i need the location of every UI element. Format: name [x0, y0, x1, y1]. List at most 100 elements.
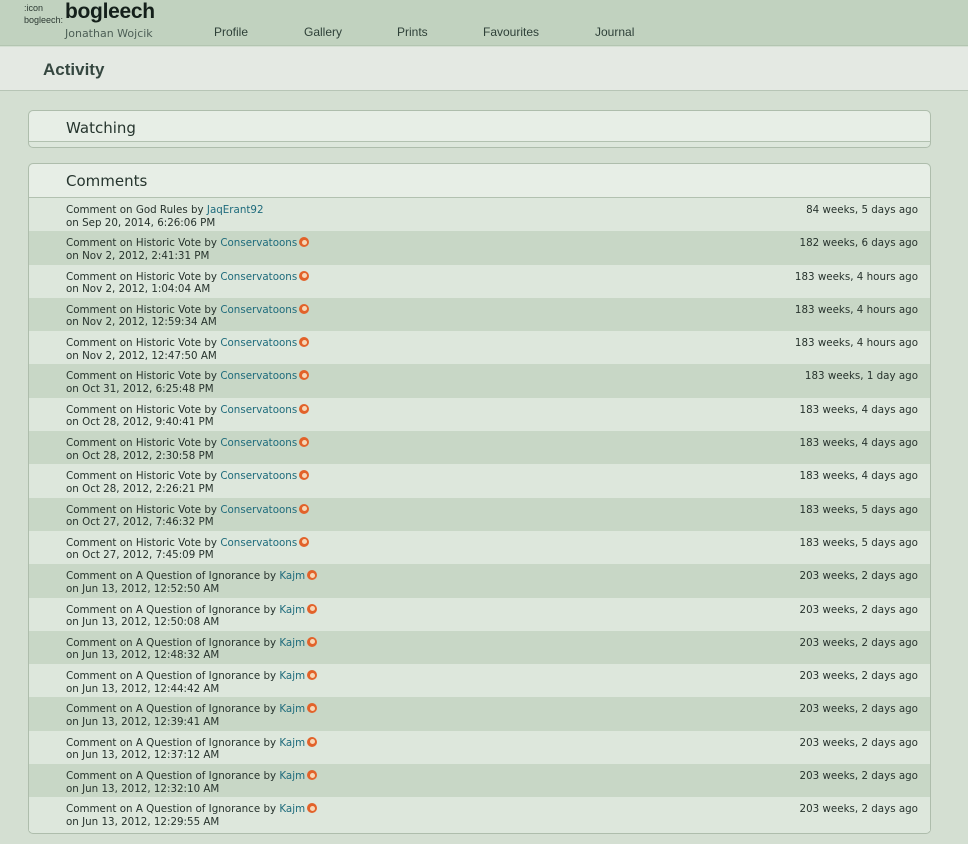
comment-prefix: Comment on [66, 270, 133, 283]
comment-row[interactable]: Comment on A Question of Ignorance by Ka… [29, 564, 930, 598]
nav-gallery[interactable]: Gallery [304, 25, 342, 39]
comment-row[interactable]: Comment on Historic Vote by Conservatoon… [29, 497, 930, 531]
comment-summary: Comment on A Question of Ignorance by Ka… [66, 636, 318, 649]
comment-row[interactable]: Comment on Historic Vote by Conservatoon… [29, 431, 930, 465]
comment-row[interactable]: Comment on A Question of Ignorance by Ka… [29, 797, 930, 831]
deviation-title[interactable]: Historic Vote [136, 370, 201, 382]
comment-prefix: Comment on [66, 337, 133, 350]
deviation-title[interactable]: Historic Vote [136, 437, 201, 449]
by-label: by [263, 736, 277, 749]
comment-datetime: Jun 13, 2012, 12:50:08 AM [82, 616, 220, 629]
comment-row[interactable]: Comment on Historic Vote by Conservatoon… [29, 464, 930, 498]
comment-summary: Comment on Historic Vote by Conservatoon… [66, 337, 310, 350]
deviation-title[interactable]: Historic Vote [136, 537, 201, 549]
comment-prefix: Comment on [66, 470, 133, 483]
comments-header[interactable]: Comments [29, 164, 930, 198]
comment-user-link[interactable]: Conservatoons [220, 370, 297, 382]
comment-user-link[interactable]: Conservatoons [220, 537, 297, 549]
comment-row[interactable]: Comment on Historic Vote by Conservatoon… [29, 530, 930, 565]
by-label: by [204, 303, 218, 316]
comment-datetime: Jun 13, 2012, 12:44:42 AM [82, 682, 220, 695]
comment-user-link[interactable]: Conservatoons [220, 237, 297, 249]
comment-datetime: Sep 20, 2014, 6:26:06 PM [82, 216, 216, 229]
on-label: on [66, 482, 79, 495]
comment-date: on Oct 28, 2012, 2:30:58 PM [66, 450, 214, 462]
comment-row[interactable]: Comment on A Question of Ignorance by Ka… [29, 664, 930, 698]
by-label: by [204, 403, 218, 416]
comment-age: 183 weeks, 4 days ago [799, 470, 918, 483]
comment-date: on Jun 13, 2012, 12:48:32 AM [66, 649, 219, 661]
comment-user-link[interactable]: Conservatoons [220, 470, 297, 482]
badge-icon [307, 636, 318, 647]
comment-user-link[interactable]: Kajm [279, 670, 305, 682]
nav-prints[interactable]: Prints [397, 25, 428, 39]
comment-row[interactable]: Comment on Historic Vote by Conservatoon… [29, 364, 930, 398]
comment-user-link[interactable]: Kajm [279, 803, 305, 815]
deviation-title[interactable]: A Question of Ignorance [136, 670, 260, 682]
comment-user-link[interactable]: Conservatoons [220, 271, 297, 283]
on-label: on [66, 616, 79, 629]
badge-icon [299, 503, 310, 514]
comment-user-link[interactable]: Kajm [279, 737, 305, 749]
comment-user-link[interactable]: Kajm [279, 770, 305, 782]
comment-date: on Nov 2, 2012, 12:59:34 AM [66, 316, 217, 328]
deviation-title[interactable]: A Question of Ignorance [136, 637, 260, 649]
deviation-title[interactable]: Historic Vote [136, 337, 201, 349]
comment-row[interactable]: Comment on A Question of Ignorance by Ka… [29, 730, 930, 765]
deviation-title[interactable]: Historic Vote [136, 237, 201, 249]
comment-row[interactable]: Comment on A Question of Ignorance by Ka… [29, 597, 930, 631]
nav-journal[interactable]: Journal [595, 25, 634, 39]
comment-prefix: Comment on [66, 570, 133, 583]
page-title: Activity [43, 60, 105, 79]
deviation-title[interactable]: A Question of Ignorance [136, 770, 260, 782]
comment-summary: Comment on A Question of Ignorance by Ka… [66, 736, 318, 749]
comment-user-link[interactable]: Conservatoons [220, 437, 297, 449]
deviation-title[interactable]: God Rules [136, 204, 188, 216]
nav-profile[interactable]: Profile [214, 25, 248, 39]
comment-row[interactable]: Comment on A Question of Ignorance by Ka… [29, 630, 930, 665]
deviation-title[interactable]: A Question of Ignorance [136, 737, 260, 749]
deviation-title[interactable]: Historic Vote [136, 404, 201, 416]
deviation-title[interactable]: A Question of Ignorance [136, 570, 260, 582]
watching-header[interactable]: Watching [29, 111, 930, 142]
comment-user-link[interactable]: Kajm [279, 703, 305, 715]
deviation-title[interactable]: Historic Vote [136, 304, 201, 316]
comment-prefix: Comment on [66, 437, 133, 450]
comment-user-link[interactable]: Kajm [279, 604, 305, 616]
comment-row[interactable]: Comment on Historic Vote by Conservatoon… [29, 297, 930, 332]
comment-prefix: Comment on [66, 403, 133, 416]
comment-age: 84 weeks, 5 days ago [806, 204, 918, 216]
activity-header [0, 47, 968, 91]
comment-row[interactable]: Comment on Historic Vote by Conservatoon… [29, 397, 930, 432]
deviation-title[interactable]: A Question of Ignorance [136, 604, 260, 616]
badge-icon [299, 303, 310, 314]
comment-age: 183 weeks, 4 hours ago [794, 270, 918, 283]
comment-row[interactable]: Comment on God Rules by JaqErant92 on Se… [29, 198, 930, 232]
comment-user-link[interactable]: Conservatoons [220, 404, 297, 416]
deviation-title[interactable]: A Question of Ignorance [136, 803, 260, 815]
deviation-title[interactable]: A Question of Ignorance [136, 703, 260, 715]
comment-prefix: Comment on [66, 803, 133, 816]
deviation-title[interactable]: Historic Vote [136, 271, 201, 283]
comment-user-link[interactable]: Conservatoons [220, 504, 297, 516]
comment-row[interactable]: Comment on Historic Vote by Conservatoon… [29, 231, 930, 265]
username[interactable]: bogleech [65, 0, 155, 24]
comment-summary: Comment on A Question of Ignorance by Ka… [66, 703, 318, 715]
comment-user-link[interactable]: JaqErant92 [207, 204, 264, 216]
comment-datetime: Oct 28, 2012, 2:26:21 PM [82, 482, 214, 495]
comment-row[interactable]: Comment on Historic Vote by Conservatoon… [29, 331, 930, 365]
comment-user-link[interactable]: Conservatoons [220, 304, 297, 316]
by-label: by [204, 437, 218, 450]
comment-user-link[interactable]: Conservatoons [220, 337, 297, 349]
comment-row[interactable]: Comment on A Question of Ignorance by Ka… [29, 697, 930, 731]
comment-user-link[interactable]: Kajm [279, 637, 305, 649]
nav-favourites[interactable]: Favourites [483, 25, 539, 39]
deviation-title[interactable]: Historic Vote [136, 470, 201, 482]
comment-row[interactable]: Comment on A Question of Ignorance by Ka… [29, 764, 930, 798]
comment-row[interactable]: Comment on Historic Vote by Conservatoon… [29, 264, 930, 298]
on-label: on [66, 382, 79, 395]
avatar[interactable]: :icon bogleech: [24, 2, 63, 26]
comment-user-link[interactable]: Kajm [279, 570, 305, 582]
by-label: by [204, 337, 218, 350]
deviation-title[interactable]: Historic Vote [136, 504, 201, 516]
